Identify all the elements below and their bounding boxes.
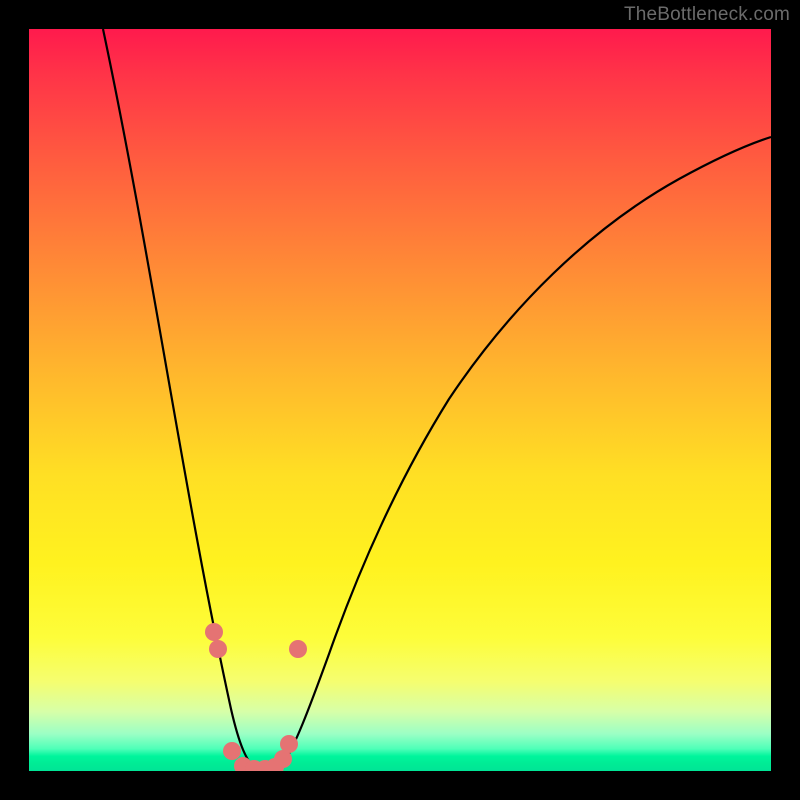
marker-dot [223,742,241,760]
marker-dot [289,640,307,658]
marker-dot [280,735,298,753]
chart-plot-area [29,29,771,771]
marker-dot [205,623,223,641]
marker-dot [209,640,227,658]
curve-right-branch [281,137,771,767]
chart-svg [29,29,771,771]
watermark-text: TheBottleneck.com [624,4,790,26]
curve-left-branch [103,29,257,769]
